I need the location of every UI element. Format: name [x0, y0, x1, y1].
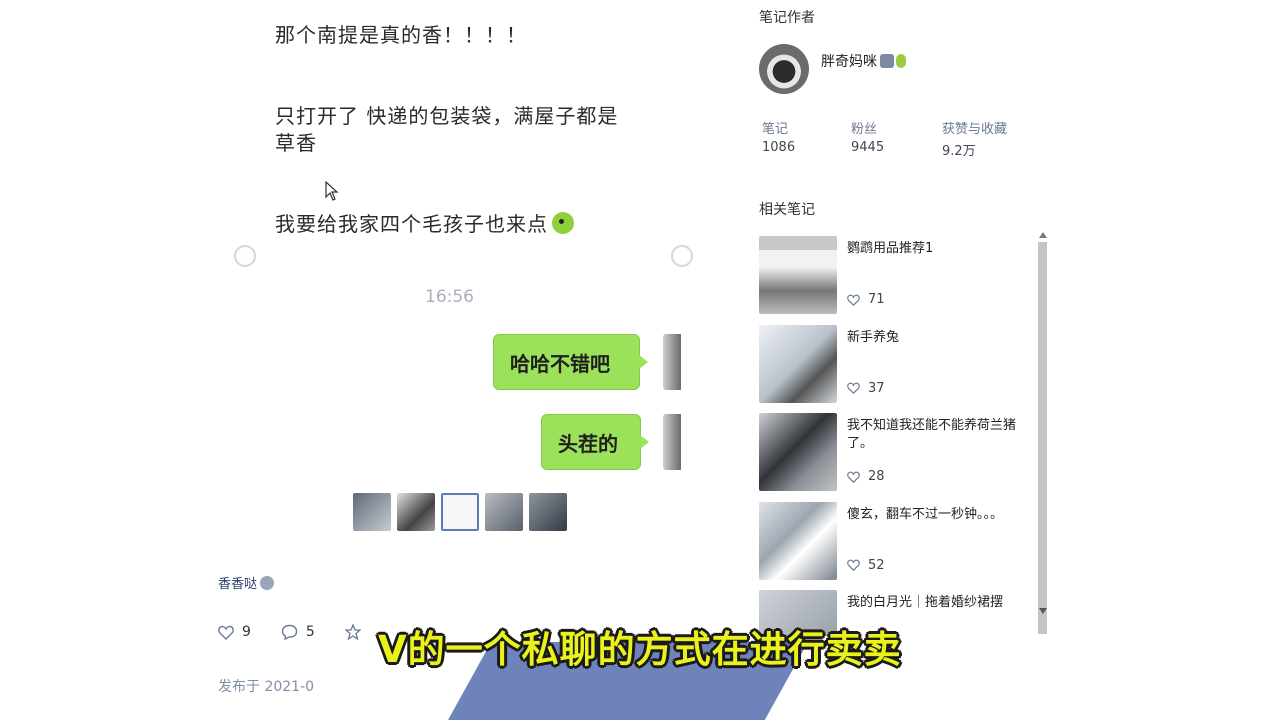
- related-note-title: 鹦鹉用品推荐1: [847, 241, 934, 256]
- related-note-likes: 37: [847, 381, 885, 396]
- stat-value: 1086: [762, 140, 796, 155]
- related-notes-list: 鹦鹉用品推荐1 71 新手养兔 37 我不知道我还能不能养荷兰猪了。 28 傻玄…: [759, 236, 1037, 636]
- like-button[interactable]: 9: [218, 624, 251, 640]
- heart-icon: [847, 294, 860, 306]
- decoration-circle-icon: [234, 245, 256, 267]
- stat-label: 粉丝: [851, 122, 878, 137]
- publish-date: 发布于 2021-0: [218, 679, 315, 695]
- topic-tag[interactable]: 香香哒: [218, 573, 275, 592]
- emoji-face-icon: [552, 212, 574, 234]
- collect-button[interactable]: [344, 624, 361, 640]
- related-note-likes: 28: [847, 469, 885, 484]
- related-list-scrollbar[interactable]: [1037, 232, 1049, 637]
- bunny-emoji-icon: [880, 54, 894, 68]
- related-note-item[interactable]: 鹦鹉用品推荐1 71: [759, 236, 1037, 325]
- image-thumbnail[interactable]: [353, 493, 391, 531]
- chat-avatar: [663, 334, 681, 390]
- stat-value: 9445: [851, 140, 885, 155]
- related-note-image: [759, 413, 837, 491]
- related-note-title: 我不知道我还能不能养荷兰猪了。: [847, 418, 1017, 451]
- related-note-image: [759, 236, 837, 314]
- chat-avatar: [663, 414, 681, 470]
- author-section-title: 笔记作者: [759, 10, 815, 26]
- related-note-item[interactable]: 傻玄，翻车不过一秒钟。。。 52: [759, 501, 1037, 591]
- related-note-title: 傻玄，翻车不过一秒钟。。。: [847, 506, 1004, 522]
- heart-icon: [847, 471, 860, 483]
- related-note-likes: 71: [847, 292, 885, 307]
- related-note-item[interactable]: 新手养兔 37: [759, 324, 1037, 414]
- like-count: 28: [868, 469, 885, 484]
- related-note-title: 新手养兔: [847, 329, 900, 345]
- image-thumbnail[interactable]: [529, 493, 567, 531]
- scroll-up-arrow-icon[interactable]: [1039, 232, 1047, 238]
- tag-emoji-icon: [260, 575, 275, 590]
- related-note-image: [759, 501, 837, 580]
- scroll-down-arrow-icon[interactable]: [1039, 608, 1047, 614]
- stat-fans: 粉丝 9445: [851, 118, 884, 155]
- video-subtitle: V的一个私聊的方式在进行卖卖: [378, 628, 902, 671]
- mouse-cursor-icon: [325, 181, 339, 201]
- like-count: 52: [868, 557, 885, 573]
- like-count: 9: [242, 624, 251, 640]
- stat-notes: 笔记 1086: [762, 118, 795, 155]
- chat-bubble: 哈哈不错吧: [493, 334, 648, 390]
- image-thumbnail-strip: [353, 493, 567, 531]
- author-avatar[interactable]: [759, 44, 809, 94]
- stat-label: 获赞与收藏: [942, 122, 1008, 137]
- comment-button[interactable]: 5: [281, 624, 315, 640]
- star-icon: [344, 624, 361, 640]
- image-thumbnail[interactable]: [485, 493, 523, 531]
- stat-likes-collects: 获赞与收藏 9.2万: [942, 118, 1007, 159]
- chat-bubble-text: 头茬的: [558, 431, 618, 456]
- heart-icon: [218, 625, 234, 640]
- note-actions: 9 5: [218, 624, 391, 640]
- heart-icon: [847, 382, 860, 394]
- author-name: 胖奇妈咪: [821, 54, 877, 70]
- like-count: 37: [868, 380, 885, 396]
- scrollbar-thumb[interactable]: [1038, 242, 1047, 634]
- related-note-title: 我的白月光｜拖着婚纱裙摆: [847, 595, 1004, 610]
- pear-emoji-icon: [896, 54, 906, 68]
- comment-count: 5: [305, 624, 315, 640]
- related-section-title: 相关笔记: [759, 202, 815, 218]
- chat-timestamp: 16:56: [425, 287, 474, 307]
- chat-bubble-text: 哈哈不错吧: [510, 351, 610, 376]
- image-thumbnail-selected[interactable]: [441, 493, 479, 531]
- related-note-likes: 52: [847, 558, 885, 573]
- related-note-image: [759, 324, 837, 403]
- image-thumbnail[interactable]: [397, 493, 435, 531]
- decoration-circle-icon: [671, 245, 693, 267]
- note-line-3: 我要给我家四个毛孩子也来点: [275, 211, 574, 238]
- stat-label: 笔记: [762, 122, 789, 137]
- note-line-2: 只打开了 快递的包装袋，满屋子都是草香: [275, 104, 619, 155]
- topic-tag-label: 香香哒: [218, 577, 258, 592]
- like-count: 71: [868, 292, 885, 307]
- chat-bubble: 头茬的: [541, 414, 649, 470]
- heart-icon: [847, 559, 860, 571]
- note-line-3-text: 我要给我家四个毛孩子也来点: [275, 212, 548, 236]
- stat-value: 9.2万: [942, 144, 976, 159]
- related-note-item[interactable]: 我不知道我还能不能养荷兰猪了。 28: [759, 413, 1037, 502]
- note-line-1: 那个南提是真的香！！！！: [275, 23, 527, 47]
- comment-icon: [281, 624, 298, 640]
- author-name-link[interactable]: 胖奇妈咪: [821, 51, 906, 71]
